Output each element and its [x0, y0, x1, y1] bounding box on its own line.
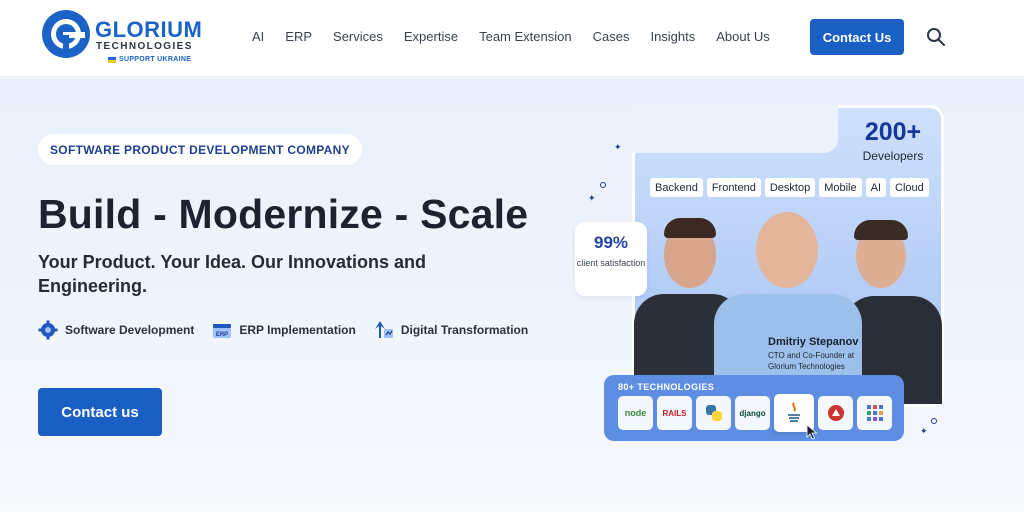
person-name: Dmitriy Stepanov — [768, 336, 859, 348]
brand-sub: TECHNOLOGIES — [96, 41, 193, 52]
skill-chip: Frontend — [706, 178, 761, 197]
rails-logo[interactable]: RAILS — [657, 396, 692, 430]
transformation-icon — [374, 320, 394, 340]
nodejs-logo[interactable]: node — [618, 396, 653, 430]
hero-contact-button[interactable]: Contact us — [38, 388, 162, 436]
skill-chip: Desktop — [764, 178, 816, 197]
django-logo[interactable]: django — [735, 396, 770, 430]
nav-item-about-us[interactable]: About Us — [716, 29, 769, 45]
nav-item-services[interactable]: Services — [333, 29, 383, 45]
logo-mark-icon — [42, 10, 90, 58]
skill-chip: Backend — [650, 178, 703, 197]
skill-chips: Backend Frontend Desktop Mobile AI Cloud — [650, 178, 929, 197]
erp-icon: ERP — [212, 320, 232, 340]
skill-chip: Mobile — [819, 178, 862, 197]
satisfaction-value: 99% — [593, 233, 629, 252]
technology-tiles: node RAILS django — [618, 394, 892, 432]
nav-item-expertise[interactable]: Expertise — [404, 29, 458, 45]
site-header: GLORIUM TECHNOLOGIES SUPPORT UKRAINE AI … — [0, 0, 1024, 77]
feature-software-development[interactable]: Software Development — [38, 320, 194, 340]
search-icon[interactable] — [926, 27, 946, 47]
nodejs-logo-text: node — [624, 408, 647, 418]
person-role: CTO and Co-Founder at Glorium Technologi… — [768, 351, 855, 371]
feature-label: ERP Implementation — [239, 323, 356, 337]
cursor-icon — [806, 424, 818, 445]
developers-count: 200+ — [864, 118, 922, 146]
feature-label: Software Development — [65, 323, 195, 337]
apps-grid-logo[interactable] — [857, 396, 892, 430]
hero-subtitle: Your Product. Your Idea. Our Innovations… — [38, 252, 427, 296]
nav-item-erp[interactable]: ERP — [285, 29, 312, 45]
technologies-title: 80+ TECHNOLOGIES — [618, 382, 715, 392]
feature-list: Software Development ERP ERP Implementat… — [38, 320, 528, 340]
ukraine-flag-icon — [108, 56, 116, 63]
developers-label: Developers — [862, 149, 924, 163]
ring-decoration-icon — [600, 182, 606, 188]
sparkle-icon: ✦ — [588, 193, 596, 203]
brand-name: GLORIUM — [95, 17, 203, 42]
hero-badge: SOFTWARE PRODUCT DEVELOPMENT COMPANY — [38, 134, 362, 165]
sparkle-icon: ✦ — [920, 426, 928, 436]
brand-tagline: SUPPORT UKRAINE — [108, 55, 191, 64]
team-card-notch — [632, 105, 838, 153]
main-nav: AI ERP Services Expertise Team Extension… — [252, 29, 791, 45]
rails-logo-text: RAILS — [662, 408, 687, 418]
skill-chip: AI — [865, 178, 887, 197]
nav-item-insights[interactable]: Insights — [650, 29, 695, 45]
brand-tagline-text: SUPPORT UKRAINE — [119, 56, 192, 63]
python-logo[interactable] — [696, 396, 731, 430]
nav-item-cases[interactable]: Cases — [593, 29, 630, 45]
gear-icon — [38, 320, 58, 340]
feature-digital-transformation[interactable]: Digital Transformation — [374, 320, 528, 340]
satisfaction-card: 99% client satisfaction — [575, 222, 647, 296]
feature-label: Digital Transformation — [400, 323, 529, 337]
sparkle-icon: ✦ — [614, 142, 622, 152]
nav-item-team-extension[interactable]: Team Extension — [479, 29, 572, 45]
feature-erp-implementation[interactable]: ERP ERP Implementation — [212, 320, 356, 340]
header-contact-button[interactable]: Contact Us — [810, 19, 904, 55]
satisfaction-label: client satisfaction — [576, 258, 646, 268]
hero-title: Build - Modernize - Scale — [38, 191, 529, 237]
nav-item-ai[interactable]: AI — [252, 29, 264, 45]
ruby-logo[interactable] — [818, 396, 853, 430]
skill-chip: Cloud — [890, 178, 929, 197]
svg-text:ERP: ERP — [216, 332, 228, 338]
brand-logo[interactable]: GLORIUM TECHNOLOGIES SUPPORT UKRAINE — [42, 10, 202, 66]
ring-decoration-icon — [931, 418, 937, 424]
django-logo-text: django — [739, 408, 766, 418]
